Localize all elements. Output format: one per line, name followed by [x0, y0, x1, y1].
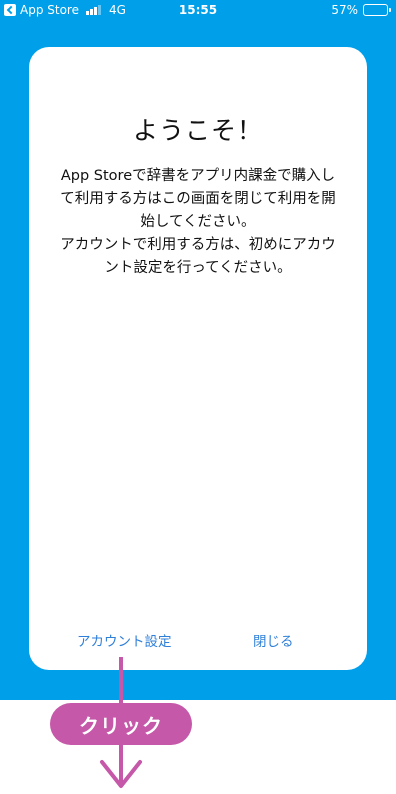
dialog-message-line: て利用する方はこの画面を閉じて利用を開: [60, 191, 336, 207]
battery-icon: [363, 4, 391, 16]
dialog-message: App Storeで辞書をアプリ内課金で購入し て利用する方はこの画面を閉じて利…: [51, 165, 345, 280]
dialog-message-line: アカウントで利用する方は、初めにアカウ: [60, 237, 336, 253]
app-screen: App Store 4G 15:55 57% ようこそ！ App Storeで辞…: [0, 0, 396, 700]
dialog-title: ようこそ！: [132, 116, 263, 145]
click-annotation-label: クリック: [50, 703, 192, 745]
dialog-message-line: App Storeで辞書をアプリ内課金で購入し: [60, 168, 336, 184]
account-settings-button[interactable]: アカウント設定: [77, 630, 172, 650]
dialog-message-line: 始してください。: [140, 214, 256, 230]
status-bar: App Store 4G 15:55 57%: [0, 0, 396, 22]
down-arrow-icon: [100, 760, 142, 788]
dialog-message-line: ント設定を行ってください。: [104, 260, 292, 276]
status-right: 57%: [331, 3, 391, 17]
battery-percent: 57%: [331, 3, 358, 17]
welcome-dialog: ようこそ！ App Storeで辞書をアプリ内課金で購入し て利用する方はこの画…: [29, 47, 367, 670]
close-button[interactable]: 閉じる: [253, 630, 294, 650]
